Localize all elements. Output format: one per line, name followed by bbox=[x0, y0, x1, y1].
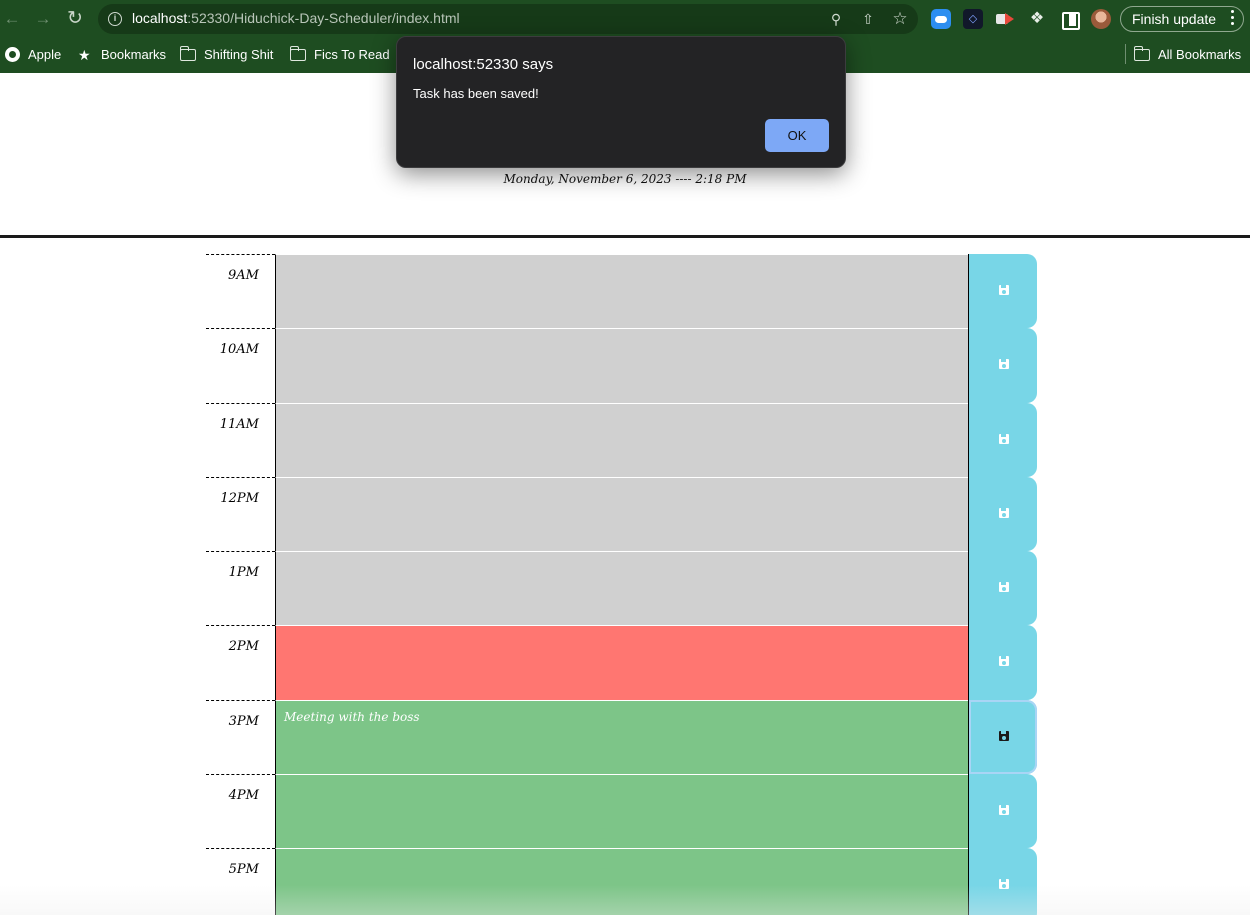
url-path: :52330/Hiduchick-Day-Scheduler/index.htm… bbox=[187, 10, 460, 26]
address-bar[interactable]: i localhost:52330/Hiduchick-Day-Schedule… bbox=[98, 4, 918, 34]
save-icon bbox=[999, 656, 1009, 667]
time-block-2pm: 2PM bbox=[206, 625, 1038, 700]
alert-message: Task has been saved! bbox=[413, 86, 539, 101]
ok-button[interactable]: OK bbox=[765, 119, 829, 152]
time-block-1pm: 1PM bbox=[206, 551, 1038, 626]
forward-icon[interactable]: → bbox=[31, 7, 55, 31]
task-description[interactable] bbox=[275, 625, 968, 700]
hour-label: 4PM bbox=[206, 774, 275, 848]
save-icon bbox=[999, 285, 1009, 295]
save-button[interactable] bbox=[968, 699, 1037, 775]
folder-icon bbox=[289, 46, 306, 61]
bookmark-label: Shifting Shit bbox=[204, 47, 274, 62]
url-text[interactable]: localhost:52330/Hiduchick-Day-Scheduler/… bbox=[132, 10, 460, 26]
bookmark-label: Fics To Read bbox=[314, 47, 390, 62]
all-bookmarks-label: All Bookmarks bbox=[1158, 47, 1242, 62]
save-icon bbox=[999, 507, 1009, 518]
hour-label: 12PM bbox=[206, 476, 275, 551]
save-button[interactable] bbox=[968, 254, 1037, 329]
save-icon bbox=[999, 582, 1009, 593]
hour-label: 3PM bbox=[206, 699, 275, 774]
alert-dialog: localhost:52330 says Task has been saved… bbox=[396, 36, 846, 168]
save-icon bbox=[999, 359, 1009, 370]
hour-label: 11AM bbox=[206, 402, 275, 477]
info-icon[interactable]: i bbox=[108, 12, 122, 26]
task-description[interactable] bbox=[275, 551, 968, 626]
task-description[interactable] bbox=[275, 254, 968, 329]
save-icon bbox=[999, 730, 1009, 741]
task-description[interactable] bbox=[275, 328, 968, 403]
save-button[interactable] bbox=[968, 848, 1037, 915]
star-icon: ★ bbox=[78, 47, 91, 63]
bookmark-label: Apple bbox=[28, 47, 62, 62]
save-icon bbox=[999, 879, 1009, 890]
save-icon bbox=[999, 805, 1009, 816]
side-panel-icon[interactable] bbox=[1059, 9, 1080, 30]
icloud-extension-icon[interactable] bbox=[931, 9, 951, 29]
save-button[interactable] bbox=[968, 476, 1037, 552]
back-icon[interactable]: ← bbox=[0, 7, 24, 31]
save-button[interactable] bbox=[968, 625, 1037, 700]
apple-icon bbox=[5, 47, 20, 62]
folder-icon bbox=[179, 46, 196, 61]
task-description[interactable] bbox=[275, 476, 968, 552]
hour-label: 2PM bbox=[206, 625, 275, 699]
header-divider bbox=[0, 235, 1250, 238]
save-button[interactable] bbox=[968, 402, 1037, 477]
time-block-9am: 9AM bbox=[206, 254, 1038, 329]
reload-icon[interactable]: ↻ bbox=[63, 7, 87, 31]
alert-title: localhost:52330 says bbox=[413, 56, 554, 73]
dark-extension-icon[interactable]: ◇ bbox=[963, 9, 983, 29]
schedule: 9AM 10AM 11AM 12PM 1PM 2PM 3PM Meeting w… bbox=[206, 254, 1038, 915]
profile-avatar[interactable] bbox=[1091, 9, 1111, 29]
bookmark-fics-to-read[interactable]: Fics To Read bbox=[289, 46, 390, 64]
task-description[interactable]: Meeting with the boss bbox=[275, 699, 968, 775]
finish-update-button[interactable]: Finish update bbox=[1120, 6, 1244, 32]
finish-update-label: Finish update bbox=[1132, 11, 1217, 27]
hour-label: 10AM bbox=[206, 328, 275, 402]
time-block-5pm: 5PM bbox=[206, 848, 1038, 915]
bookmark-apple[interactable]: Apple bbox=[5, 46, 61, 64]
task-description[interactable] bbox=[275, 848, 968, 915]
all-bookmarks[interactable]: All Bookmarks bbox=[1133, 46, 1242, 64]
bookmarks-divider bbox=[1125, 44, 1126, 64]
zoom-icon[interactable]: ⚲ bbox=[826, 9, 846, 29]
bookmark-bookmarks[interactable]: ★ Bookmarks bbox=[78, 46, 166, 64]
save-button[interactable] bbox=[968, 774, 1037, 849]
bookmark-label: Bookmarks bbox=[101, 47, 167, 62]
hour-label: 9AM bbox=[206, 254, 275, 328]
browser-toolbar: ← → ↻ i localhost:52330/Hiduchick-Day-Sc… bbox=[0, 0, 1250, 38]
save-button[interactable] bbox=[968, 328, 1037, 403]
save-button[interactable] bbox=[968, 551, 1037, 626]
current-day: Monday, November 6, 2023 ---- 2:18 PM bbox=[503, 172, 747, 186]
star-icon[interactable]: ☆ bbox=[890, 9, 910, 29]
bookmark-shifting-shit[interactable]: Shifting Shit bbox=[179, 46, 274, 64]
time-block-11am: 11AM bbox=[206, 402, 1038, 477]
url-host: localhost bbox=[132, 10, 188, 26]
task-description[interactable] bbox=[275, 774, 968, 849]
hour-label: 1PM bbox=[206, 551, 275, 625]
time-block-10am: 10AM bbox=[206, 328, 1038, 403]
extensions-puzzle-icon[interactable]: ❖ bbox=[1027, 9, 1047, 29]
menu-kebab-icon[interactable] bbox=[1231, 10, 1235, 28]
time-block-12pm: 12PM bbox=[206, 476, 1038, 552]
recorder-extension-icon[interactable] bbox=[995, 9, 1015, 29]
share-icon[interactable]: ⇧ bbox=[858, 9, 878, 29]
time-block-3pm: 3PM Meeting with the boss bbox=[206, 699, 1038, 775]
hour-label: 5PM bbox=[206, 848, 275, 915]
folder-icon bbox=[1133, 46, 1150, 61]
save-icon bbox=[999, 433, 1009, 444]
task-description[interactable] bbox=[275, 402, 968, 477]
time-block-4pm: 4PM bbox=[206, 774, 1038, 849]
